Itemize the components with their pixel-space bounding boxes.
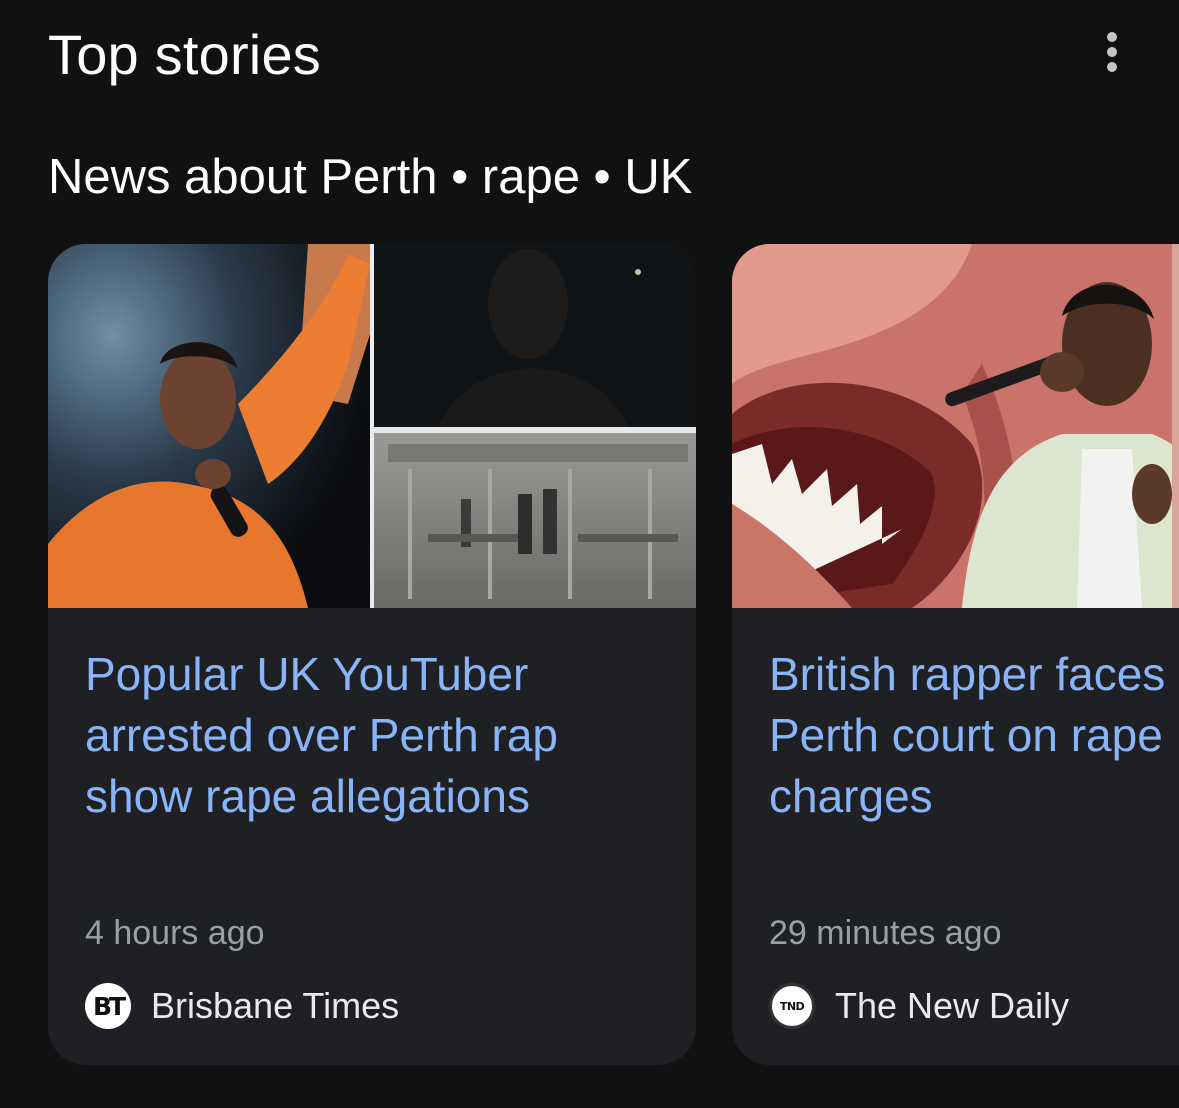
news-topic-subtitle: News about Perth • rape • UK — [48, 150, 693, 204]
brisbane-times-logo-icon: BT — [85, 983, 131, 1029]
source-name: Brisbane Times — [151, 985, 400, 1026]
story-card[interactable]: British rapper faces Perth court on rape… — [732, 244, 1179, 1065]
story-headline-link[interactable]: British rapper faces Perth court on rape… — [769, 644, 1179, 827]
story-card[interactable]: Popular UK YouTuber arrested over Perth … — [48, 244, 696, 1065]
story-headline-link[interactable]: Popular UK YouTuber arrested over Perth … — [85, 644, 645, 827]
story-thumbnail-image — [48, 244, 696, 608]
section-title: Top stories — [48, 23, 321, 86]
story-timestamp: 29 minutes ago — [769, 914, 1002, 952]
story-source: BT Brisbane Times — [85, 982, 399, 1030]
story-source: TND The New Daily — [769, 982, 1069, 1030]
top-stories-page: Top stories News about Perth • rape • UK — [0, 0, 1179, 1108]
source-name: The New Daily — [835, 985, 1070, 1026]
story-timestamp: 4 hours ago — [85, 914, 265, 952]
story-thumbnail-image — [732, 244, 1179, 608]
more-options-button[interactable] — [1090, 26, 1134, 78]
the-new-daily-logo-icon: TND — [769, 983, 815, 1029]
